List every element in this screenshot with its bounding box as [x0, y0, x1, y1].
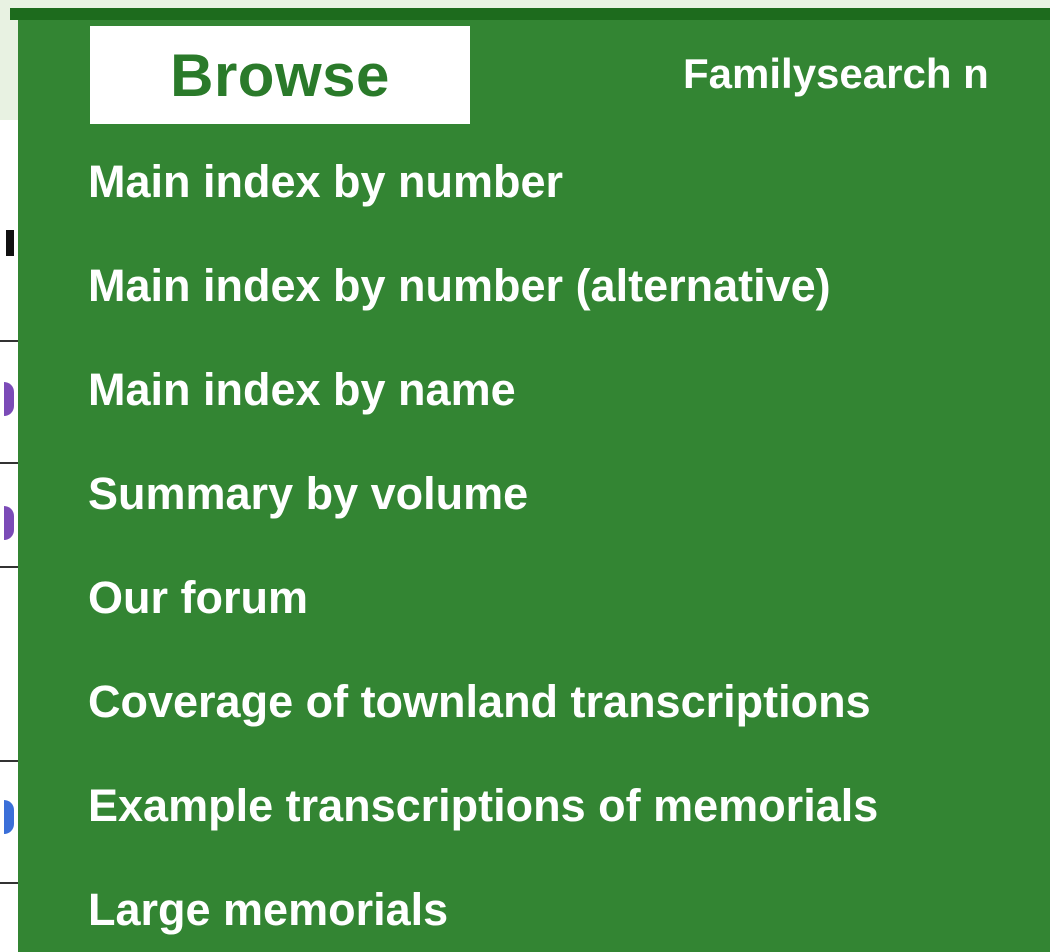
navbar-top-strip	[10, 8, 1050, 20]
browse-tab[interactable]: Browse	[90, 26, 470, 124]
link-fragment	[4, 382, 14, 416]
link-fragment	[4, 800, 14, 834]
background-page-content	[0, 120, 20, 952]
text-fragment	[6, 230, 14, 256]
familysearch-nav-link[interactable]: Familysearch n	[683, 50, 989, 98]
link-fragment	[4, 506, 14, 540]
page: Browse Familysearch n Main index by numb…	[0, 0, 1050, 952]
divider-line	[0, 566, 20, 568]
divider-line	[0, 462, 20, 464]
divider-line	[0, 340, 20, 342]
menu-item-example-transcriptions[interactable]: Example transcriptions of memorials	[88, 770, 878, 874]
menu-item-coverage-of-townland-transcriptions[interactable]: Coverage of townland transcriptions	[88, 666, 878, 770]
menu-list: Main index by number Main index by numbe…	[88, 146, 878, 952]
menu-item-main-index-by-name[interactable]: Main index by name	[88, 354, 878, 458]
divider-line	[0, 760, 20, 762]
menu-item-our-forum[interactable]: Our forum	[88, 562, 878, 666]
menu-item-main-index-by-number[interactable]: Main index by number	[88, 146, 878, 250]
divider-line	[0, 882, 20, 884]
menu-item-main-index-by-number-alternative[interactable]: Main index by number (alternative)	[88, 250, 878, 354]
browse-dropdown-menu: Browse Familysearch n Main index by numb…	[18, 20, 1050, 952]
menu-item-large-memorials[interactable]: Large memorials	[88, 874, 878, 952]
menu-item-summary-by-volume[interactable]: Summary by volume	[88, 458, 878, 562]
